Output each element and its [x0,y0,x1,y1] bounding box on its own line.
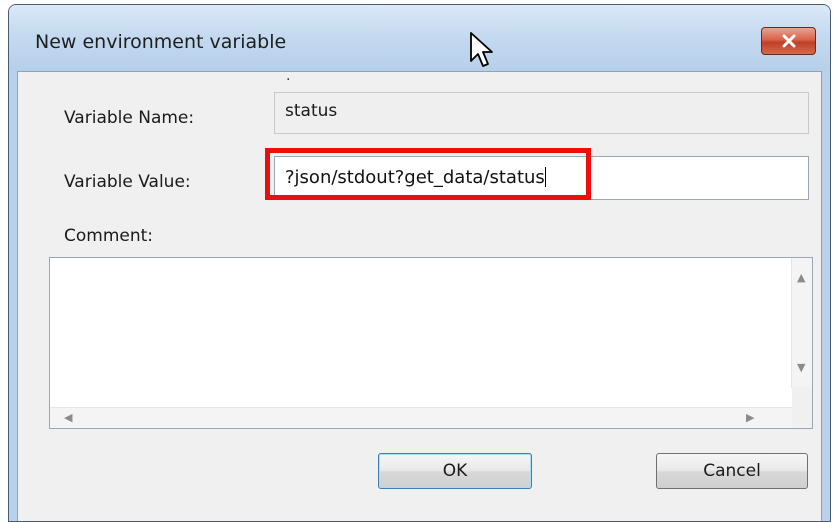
vertical-scrollbar[interactable]: ▲ ▼ [791,258,812,388]
variable-name-label: Variable Name: [64,108,195,128]
ok-button[interactable]: OK [378,453,532,489]
window-title: New environment variable [35,31,287,53]
variable-name-field[interactable]: status [274,92,809,134]
mouse-cursor-icon [470,32,493,67]
scroll-up-icon[interactable]: ▲ [797,272,805,283]
highlight-box [265,148,591,200]
dialog-window: New environment variable · Variable Name… [8,4,831,522]
scroll-down-icon[interactable]: ▼ [797,362,805,373]
horizontal-scrollbar[interactable]: ◀ ▶ [50,407,792,428]
variable-value-label: Variable Value: [64,172,191,192]
close-button[interactable] [761,27,816,55]
cancel-button[interactable]: Cancel [656,453,808,489]
dialog-body: · Variable Name: status Variable Value: … [17,71,822,521]
title-bar[interactable]: New environment variable [9,5,830,71]
comment-label: Comment: [64,226,154,246]
scroll-left-icon[interactable]: ◀ [64,412,72,423]
decorative-dot: · [286,72,291,88]
close-icon [782,34,795,48]
scroll-right-icon[interactable]: ▶ [746,412,754,423]
comment-textarea[interactable]: ▲ ▼ ◀ ▶ [49,257,813,429]
scrollbar-corner [792,387,812,428]
